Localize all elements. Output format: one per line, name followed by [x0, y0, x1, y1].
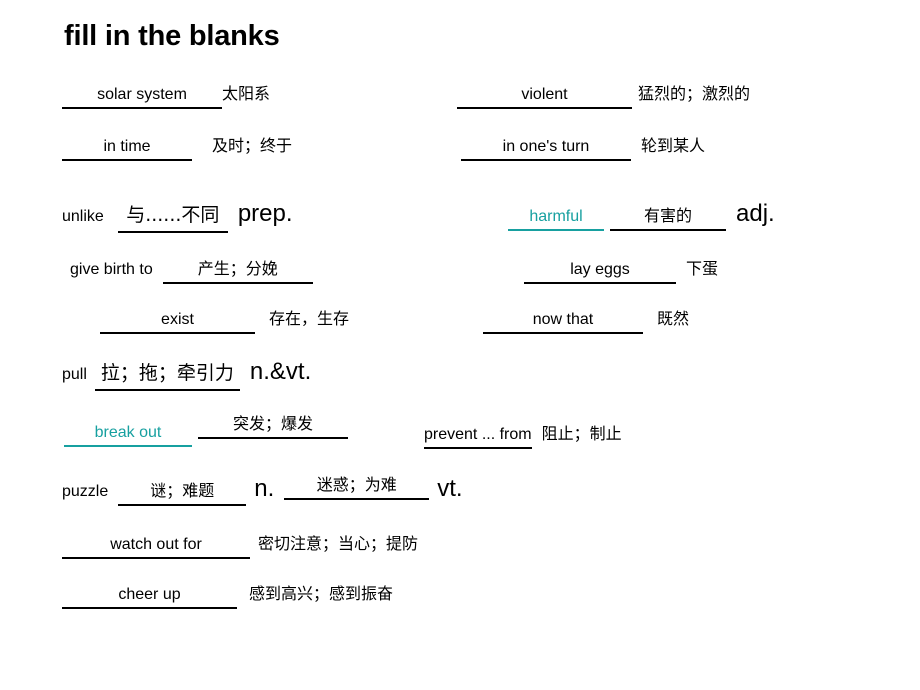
- entry-pull: pull 拉；拖；牵引力 n.&vt.: [62, 358, 311, 391]
- entry-prevent-from: prevent ... from 阻止；制止: [424, 420, 622, 449]
- entry-exist: exist 存在，生存: [100, 305, 349, 334]
- term-exist[interactable]: exist: [100, 311, 255, 334]
- term-prevent-from[interactable]: prevent ... from: [424, 426, 532, 449]
- page-title: fill in the blanks: [64, 20, 280, 52]
- pos-pull: n.&vt.: [249, 358, 312, 385]
- term-harmful[interactable]: harmful: [508, 208, 604, 231]
- meaning-prevent-from: 阻止；制止: [541, 424, 622, 443]
- entry-break-out: break out 突发；爆发: [64, 414, 348, 447]
- pos-unlike: prep.: [237, 200, 293, 227]
- entry-now-that: now that 既然: [483, 305, 689, 334]
- pos-puzzle-verb: vt.: [437, 475, 463, 502]
- entry-violent: violent 猛烈的；激烈的: [457, 80, 750, 109]
- meaning-in-ones-turn: 轮到某人: [641, 136, 706, 155]
- entry-give-birth-to: give birth to 产生；分娩: [70, 255, 313, 284]
- pos-puzzle-noun: n.: [254, 475, 275, 502]
- entry-solar-system: solar system 太阳系: [62, 80, 270, 109]
- entry-harmful: harmful 有害的 adj.: [508, 200, 775, 231]
- term-solar-system[interactable]: solar system: [62, 86, 222, 109]
- entry-in-ones-turn: in one's turn 轮到某人: [461, 132, 705, 161]
- meaning-now-that: 既然: [657, 309, 690, 328]
- meaning-harmful[interactable]: 有害的: [610, 202, 726, 231]
- term-cheer-up[interactable]: cheer up: [62, 586, 237, 609]
- entry-lay-eggs: lay eggs 下蛋: [524, 255, 718, 284]
- term-give-birth-to: give birth to: [70, 261, 153, 278]
- term-break-out[interactable]: break out: [64, 424, 192, 447]
- term-unlike: unlike: [62, 208, 104, 225]
- term-now-that[interactable]: now that: [483, 311, 643, 334]
- entry-in-time: in time 及时；终于: [62, 132, 292, 161]
- meaning-solar-system: 太阳系: [222, 84, 271, 103]
- meaning-puzzle-verb[interactable]: 迷惑；为难: [284, 471, 430, 500]
- term-in-ones-turn[interactable]: in one's turn: [461, 138, 631, 161]
- meaning-puzzle-noun[interactable]: 谜；难题: [118, 477, 247, 506]
- pos-harmful: adj.: [736, 200, 775, 227]
- meaning-cheer-up: 感到高兴；感到振奋: [249, 584, 394, 603]
- entry-puzzle: puzzle 谜；难题 n. 迷惑；为难 vt.: [62, 475, 463, 506]
- meaning-violent: 猛烈的；激烈的: [638, 84, 751, 103]
- meaning-exist: 存在，生存: [269, 309, 350, 328]
- meaning-watch-out-for: 密切注意；当心；提防: [258, 534, 419, 553]
- entry-unlike: unlike 与......不同 prep.: [62, 200, 293, 233]
- entry-cheer-up: cheer up 感到高兴；感到振奋: [62, 580, 393, 609]
- meaning-lay-eggs: 下蛋: [686, 259, 719, 278]
- meaning-give-birth-to[interactable]: 产生；分娩: [162, 255, 313, 284]
- meaning-break-out[interactable]: 突发；爆发: [198, 410, 348, 439]
- term-watch-out-for[interactable]: watch out for: [62, 536, 250, 559]
- term-lay-eggs[interactable]: lay eggs: [524, 261, 676, 284]
- meaning-unlike[interactable]: 与......不同: [117, 200, 228, 233]
- term-pull: pull: [62, 366, 87, 383]
- term-violent[interactable]: violent: [457, 86, 632, 109]
- entry-watch-out-for: watch out for 密切注意；当心；提防: [62, 530, 418, 559]
- term-in-time[interactable]: in time: [62, 138, 192, 161]
- meaning-pull[interactable]: 拉；拖；牵引力: [94, 358, 240, 391]
- slide-canvas: fill in the blanks solar system 太阳系 viol…: [0, 0, 920, 690]
- term-puzzle: puzzle: [62, 483, 109, 500]
- meaning-in-time: 及时；终于: [212, 136, 293, 155]
